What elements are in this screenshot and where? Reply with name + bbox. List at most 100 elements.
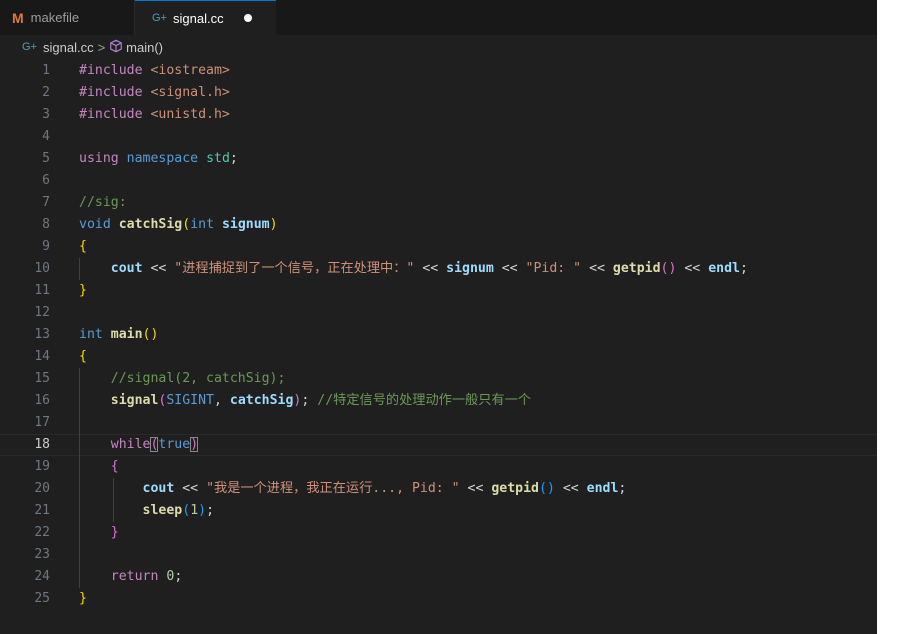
- code-token: //sig:: [79, 195, 127, 210]
- code-token: sleep: [142, 503, 183, 518]
- indent-guide: [79, 258, 80, 280]
- cpp-file-icon: G+: [22, 41, 37, 53]
- code-token: SIGINT: [166, 393, 214, 408]
- code-text: cout << "我是一个进程，我正在运行..., Pid: " << getp…: [79, 478, 627, 500]
- code-token: <<: [554, 481, 587, 496]
- code-line[interactable]: 9{: [0, 236, 877, 258]
- line-number: 8: [42, 217, 50, 232]
- modified-dot-icon[interactable]: [243, 14, 252, 22]
- line-number: 12: [34, 305, 50, 320]
- code-token: //signal(2, catchSig);: [110, 371, 286, 386]
- code-token: }: [110, 525, 119, 540]
- code-text: #include <unistd.h>: [79, 104, 230, 126]
- code-text: signal(SIGINT, catchSig); //特定信号的处理动作一般只…: [79, 390, 531, 412]
- code-line[interactable]: 16 signal(SIGINT, catchSig); //特定信号的处理动作…: [0, 390, 877, 412]
- line-number: 20: [34, 481, 50, 496]
- line-number: 21: [34, 503, 50, 518]
- line-number: 16: [34, 393, 50, 408]
- code-token: "Pid: ": [525, 261, 582, 276]
- code-line[interactable]: 1 #include <iostream>: [0, 60, 877, 82]
- code-token: }: [79, 283, 87, 298]
- code-text: int main(): [79, 324, 158, 346]
- line-number: 7: [42, 195, 50, 210]
- line-number: 17: [34, 415, 50, 430]
- editor-window: M makefile G+ signal.cc G+ signal.cc > m…: [0, 0, 877, 634]
- tab-signal-cc-label: signal.cc: [172, 10, 224, 26]
- code-token: ,: [214, 393, 230, 408]
- code-line[interactable]: 14 {: [0, 346, 877, 368]
- code-token: endl: [708, 261, 740, 276]
- code-token: true: [158, 437, 191, 452]
- code-text: while(true): [79, 435, 199, 455]
- code-token: signum: [446, 261, 494, 276]
- code-line[interactable]: 6: [0, 170, 877, 192]
- line-number: 3: [42, 107, 50, 122]
- code-token: catchSig: [118, 217, 183, 232]
- code-line[interactable]: 8 void catchSig(int signum): [0, 214, 877, 236]
- line-number: 15: [34, 371, 50, 386]
- line-number: 11: [34, 283, 50, 298]
- code-token: cout: [110, 261, 143, 276]
- code-line[interactable]: 3 #include <unistd.h>: [0, 104, 877, 126]
- breadcrumb-symbol[interactable]: main(): [126, 40, 163, 55]
- code-text: return 0;: [79, 566, 183, 588]
- code-token: std: [206, 151, 230, 166]
- code-token: #include <iostream>: [79, 63, 230, 78]
- code-line[interactable]: 7 //sig:: [0, 192, 877, 214]
- code-line[interactable]: 23: [0, 544, 877, 566]
- tab-signal-cc[interactable]: G+ signal.cc: [135, 0, 276, 35]
- code-text: cout << "进程捕捉到了一个信号，正在处理中：" << signum <<…: [79, 258, 748, 280]
- code-token: return: [110, 569, 159, 584]
- code-token: ;: [206, 503, 215, 518]
- makefile-m-icon: M: [12, 9, 24, 26]
- code-line[interactable]: 18 while(true): [0, 434, 877, 456]
- line-number: 1: [42, 63, 50, 78]
- line-number: 25: [34, 591, 50, 606]
- line-number: 5: [42, 151, 50, 166]
- code-token: cout: [142, 481, 175, 496]
- code-token: <<: [493, 261, 526, 276]
- code-line[interactable]: 19 {: [0, 456, 877, 478]
- code-token: int: [79, 327, 103, 342]
- code-text: using namespace std;: [79, 148, 238, 170]
- code-line[interactable]: 4: [0, 126, 877, 148]
- code-line[interactable]: 21 sleep(1);: [0, 500, 877, 522]
- code-text: sleep(1);: [79, 500, 215, 522]
- code-token: ;: [301, 393, 318, 408]
- code-line[interactable]: 11}: [0, 280, 877, 302]
- code-token: {: [79, 349, 87, 364]
- code-line[interactable]: 12: [0, 302, 877, 324]
- breadcrumb-file[interactable]: signal.cc: [43, 40, 94, 55]
- code-token: "进程捕捉到了一个信号，正在处理中：": [174, 261, 415, 276]
- code-token: "我是一个进程，我正在运行..., Pid: ": [206, 481, 460, 496]
- code-line[interactable]: 25}: [0, 588, 877, 610]
- code-line[interactable]: 13 int main(): [0, 324, 877, 346]
- code-line[interactable]: 22 }: [0, 522, 877, 544]
- code-line[interactable]: 10 cout << "进程捕捉到了一个信号，正在处理中：" << signum…: [0, 258, 877, 280]
- code-text: void catchSig(int signum): [79, 214, 278, 236]
- code-token: ): [269, 217, 278, 232]
- tab-makefile[interactable]: M makefile: [0, 0, 135, 35]
- code-line[interactable]: 24 return 0;: [0, 566, 877, 588]
- line-number: 10: [34, 261, 50, 276]
- code-token: catchSig: [229, 393, 294, 408]
- code-token: {: [79, 239, 87, 254]
- code-text: {: [79, 456, 119, 478]
- code-line[interactable]: 15 //signal(2, catchSig);: [0, 368, 877, 390]
- code-line[interactable]: 20 cout << "我是一个进程，我正在运行..., Pid: " << g…: [0, 478, 877, 500]
- code-line[interactable]: 2 #include <signal.h>: [0, 82, 877, 104]
- breadcrumb: G+ signal.cc > main(): [0, 35, 877, 59]
- code-text: #include <signal.h>: [79, 82, 230, 104]
- code-line[interactable]: 5 using namespace std;: [0, 148, 877, 170]
- tab-bar: M makefile G+ signal.cc: [0, 0, 877, 35]
- line-number: 2: [42, 85, 50, 100]
- line-number: 22: [34, 525, 50, 540]
- line-number: 18: [34, 437, 50, 452]
- code-line[interactable]: 17: [0, 412, 877, 434]
- code-token: int: [190, 217, 215, 232]
